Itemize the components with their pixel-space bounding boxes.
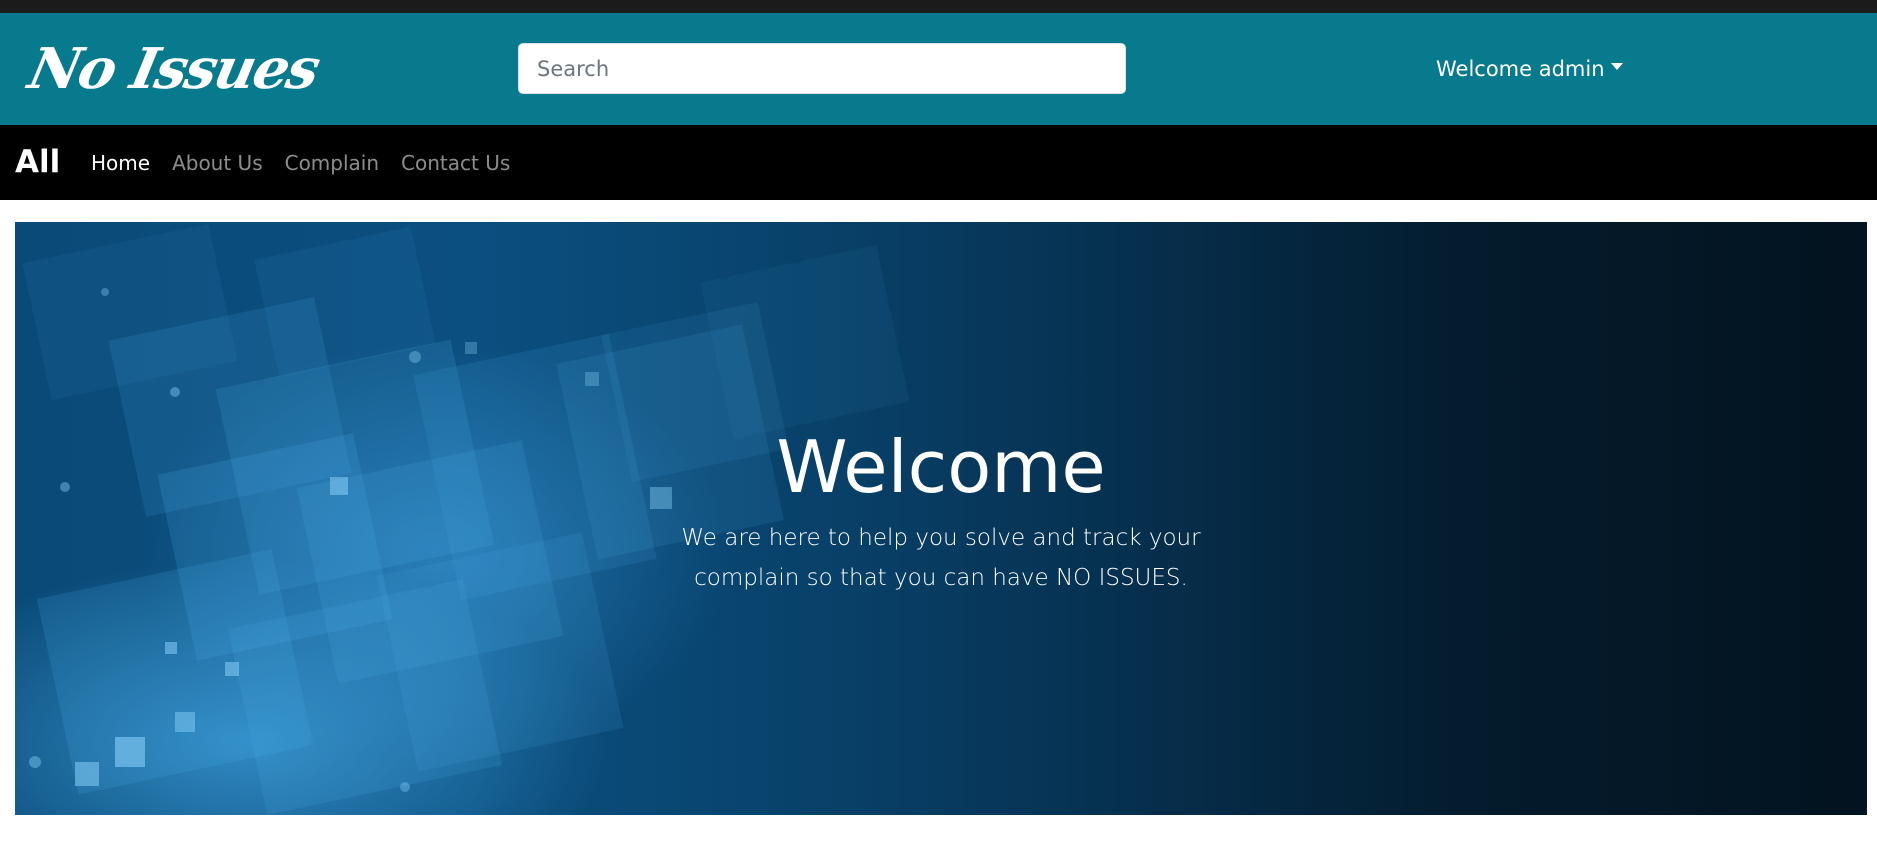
user-menu-dropdown[interactable]: Welcome admin [1436, 53, 1623, 85]
nav-link-contact-us[interactable]: Contact Us [401, 149, 510, 177]
nav-link-home[interactable]: Home [91, 149, 150, 177]
caret-down-icon [1610, 62, 1623, 70]
nav-link-about-us[interactable]: About Us [172, 149, 263, 177]
hero-banner: Welcome We are here to help you solve an… [15, 222, 1867, 815]
search-input[interactable] [518, 43, 1126, 94]
main-navbar: All Home About Us Complain Contact Us [0, 125, 1877, 200]
user-menu-label: Welcome admin [1436, 57, 1605, 81]
hero-title: Welcome [776, 425, 1106, 509]
navbar-brand[interactable]: All [15, 143, 60, 181]
nav-links: Home About Us Complain Contact Us [91, 149, 532, 177]
brand-logo[interactable]: No Issues [21, 27, 326, 111]
nav-link-complain[interactable]: Complain [285, 149, 379, 177]
site-header: No Issues Welcome admin [0, 13, 1877, 125]
hero-content: Welcome We are here to help you solve an… [15, 222, 1867, 815]
hero-description: We are here to help you solve and track … [681, 525, 1201, 591]
browser-top-strip [0, 0, 1877, 13]
